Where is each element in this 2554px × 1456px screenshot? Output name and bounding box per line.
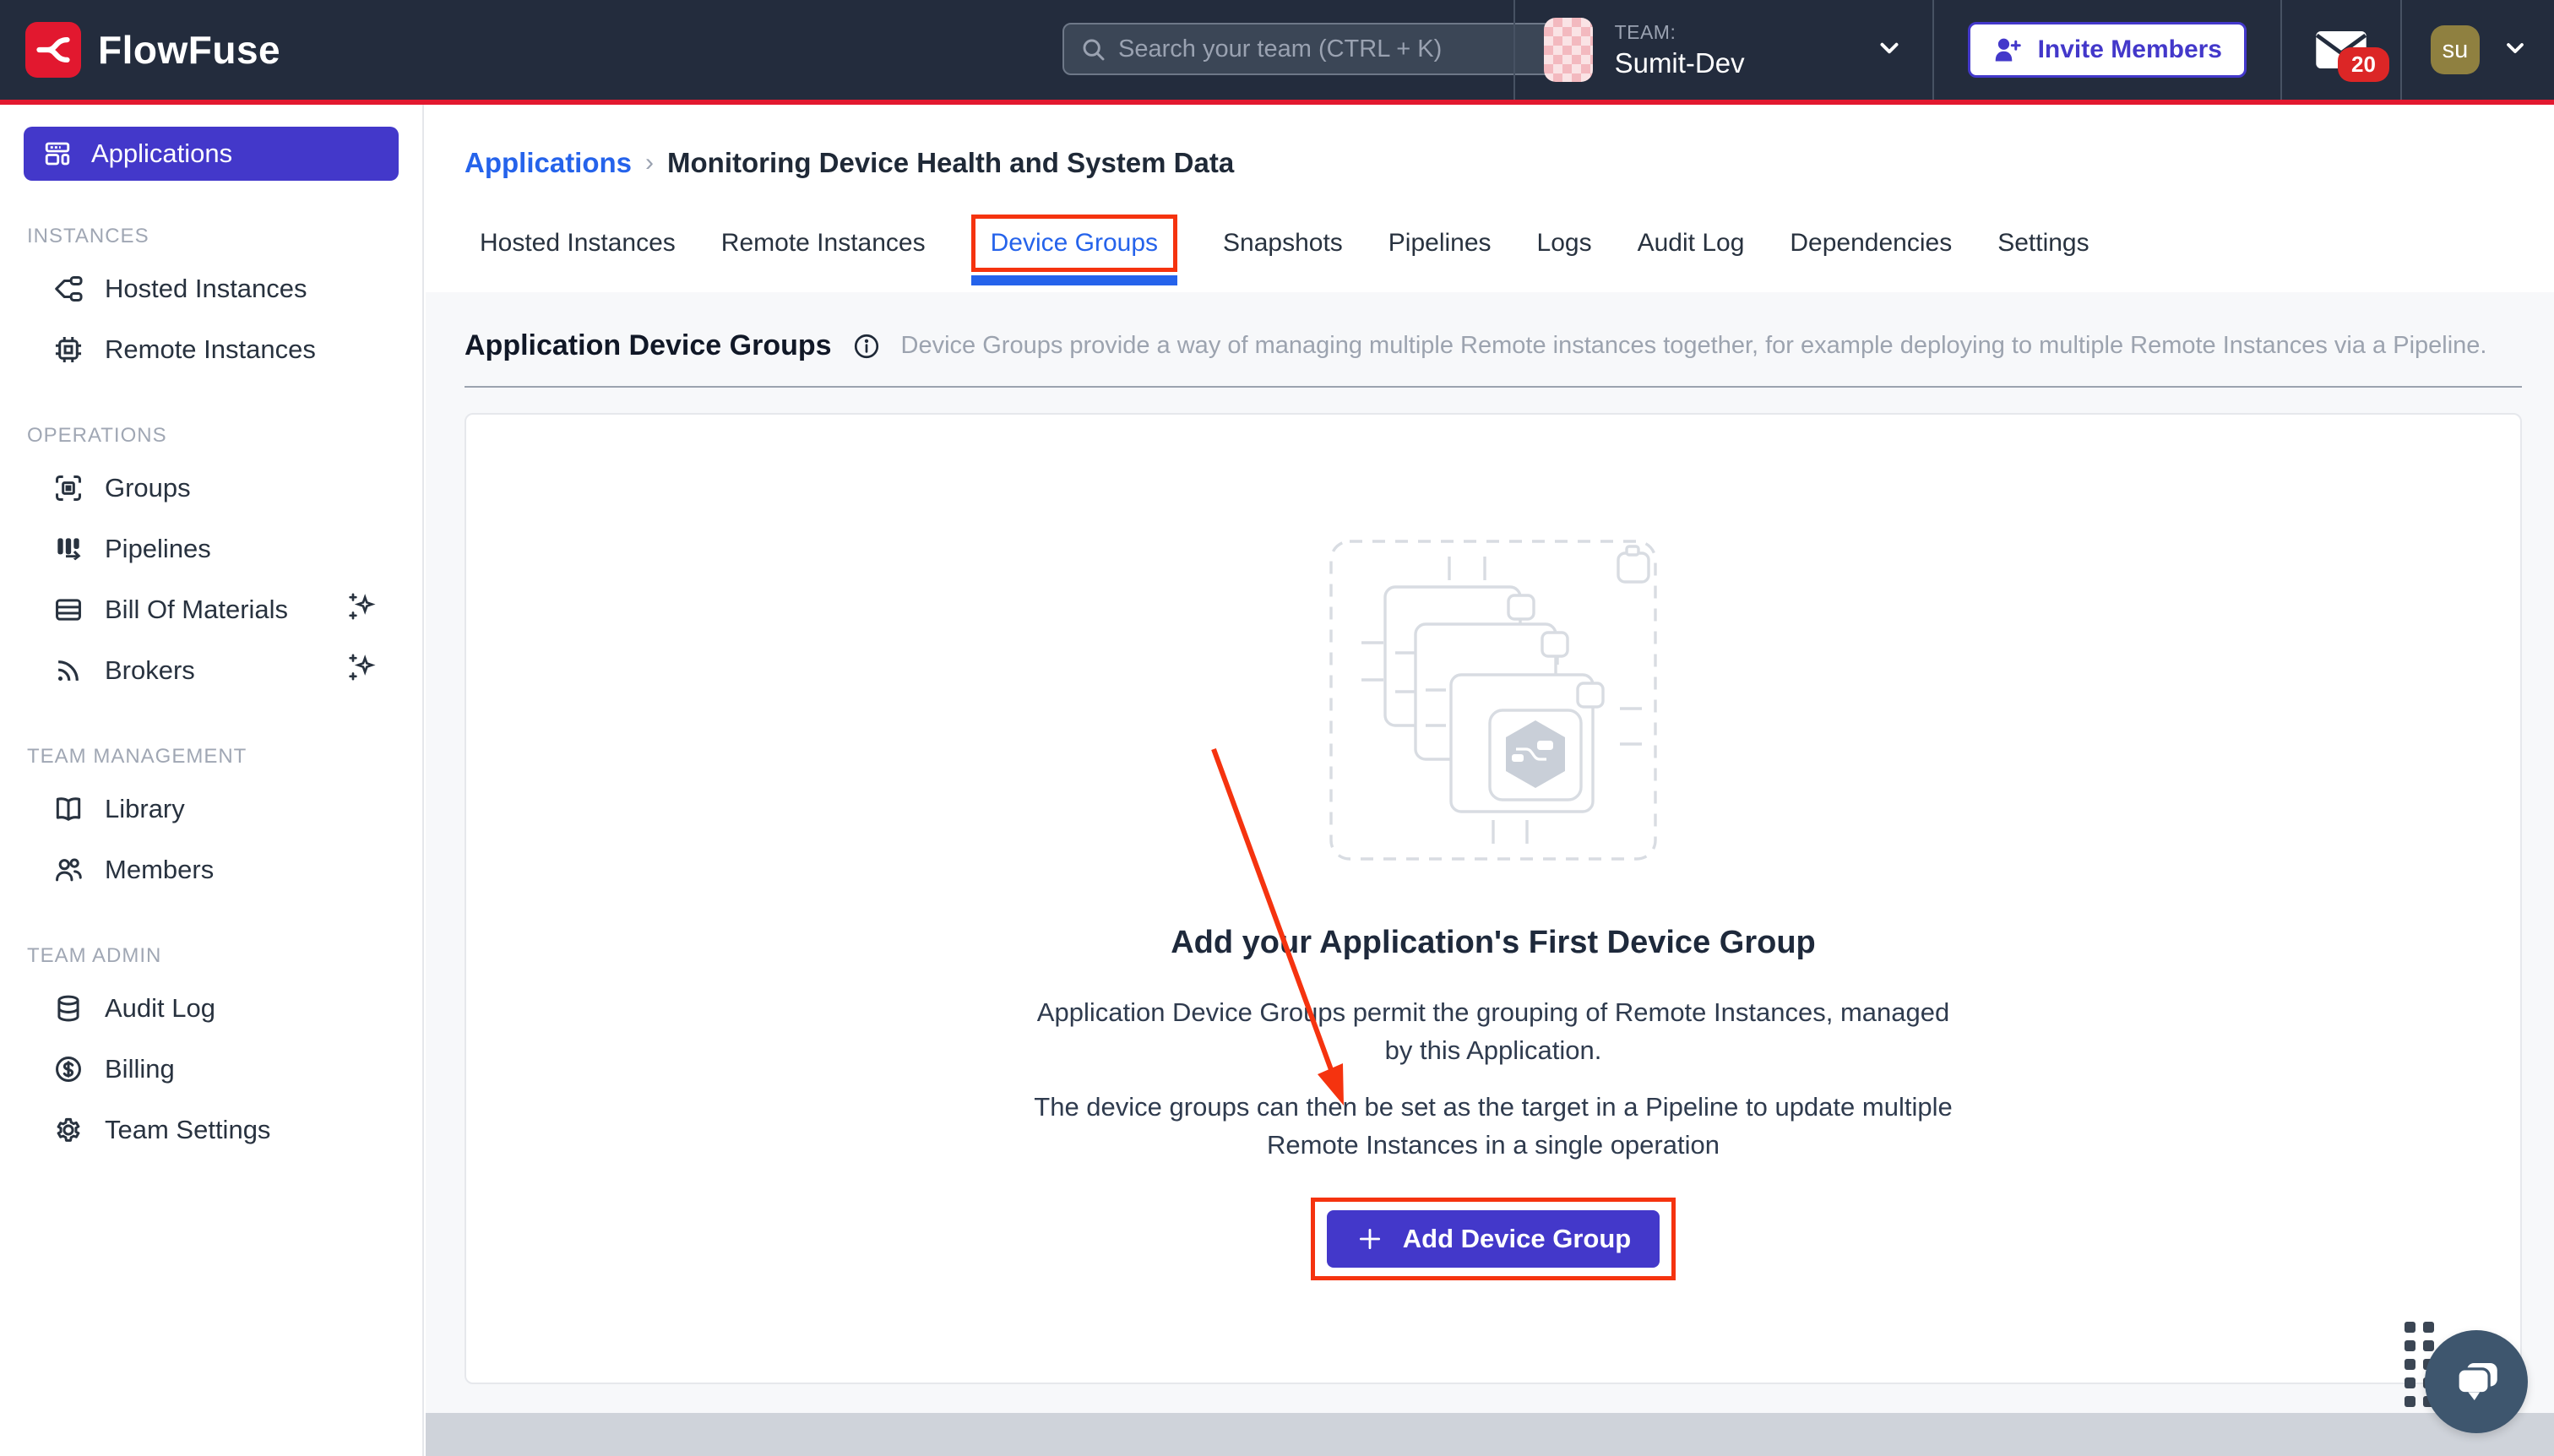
plus-icon <box>1356 1225 1384 1253</box>
sidebar-item-team-settings[interactable]: Team Settings <box>0 1100 422 1160</box>
sidebar-section-team-admin: TEAM ADMIN <box>27 944 422 968</box>
search-icon <box>1079 35 1106 62</box>
tab-hosted-instances[interactable]: Hosted Instances <box>480 229 676 258</box>
user-menu[interactable]: su <box>2402 25 2554 74</box>
gear-icon <box>52 1114 84 1146</box>
section-divider <box>465 386 2522 388</box>
table-icon <box>52 594 84 626</box>
tab-remote-instances[interactable]: Remote Instances <box>721 229 926 258</box>
chat-launcher-button[interactable] <box>2425 1330 2528 1433</box>
annotation-box-button: Add Device Group <box>1311 1198 1676 1280</box>
tab-pipelines[interactable]: Pipelines <box>1388 229 1492 258</box>
sidebar-item-bill-of-materials[interactable]: Bill Of Materials <box>0 579 422 640</box>
tab-settings[interactable]: Settings <box>1997 229 2089 258</box>
sidebar-item-brokers[interactable]: Brokers <box>0 640 422 701</box>
section-title: Application Device Groups <box>465 329 832 362</box>
sparkles-icon <box>345 650 378 691</box>
sidebar-item-pipelines[interactable]: Pipelines <box>0 519 422 579</box>
team-name: Sumit-Dev <box>1615 47 1745 79</box>
team-avatar <box>1544 18 1593 82</box>
device-groups-empty-card: Add your Application's First Device Grou… <box>465 413 2522 1384</box>
sidebar-item-applications[interactable]: Applications <box>24 127 399 181</box>
user-avatar: su <box>2431 25 2480 74</box>
device-group-illustration <box>1324 533 1662 867</box>
sidebar-item-groups[interactable]: Groups <box>0 458 422 519</box>
sidebar-item-audit-log[interactable]: Audit Log <box>0 978 422 1039</box>
applications-icon <box>42 139 73 169</box>
tab-dependencies[interactable]: Dependencies <box>1790 229 1952 258</box>
notifications-button[interactable]: 20 <box>2282 0 2400 100</box>
empty-state-paragraph-1: Application Device Groups permit the gro… <box>1020 993 1966 1069</box>
chip-icon <box>52 334 84 366</box>
device-group-icon <box>52 472 84 504</box>
user-plus-icon <box>1992 35 2023 65</box>
flowfuse-app: FlowFuse TEAM: Sumit-Dev <box>0 0 2554 1456</box>
tab-device-groups[interactable]: Device Groups <box>971 215 1177 272</box>
users-icon <box>52 854 84 886</box>
breadcrumb-applications-link[interactable]: Applications <box>465 147 632 179</box>
sidebar-item-hosted-instances[interactable]: Hosted Instances <box>0 258 422 319</box>
broker-rss-icon <box>52 655 84 687</box>
sidebar-item-members[interactable]: Members <box>0 839 422 900</box>
sparkles-icon <box>345 589 378 630</box>
tab-logs[interactable]: Logs <box>1537 229 1592 258</box>
breadcrumb-separator: › <box>645 149 654 177</box>
chevron-down-icon <box>1875 34 1904 67</box>
navbar-right: TEAM: Sumit-Dev I <box>1513 0 2554 100</box>
add-device-group-button[interactable]: Add Device Group <box>1327 1210 1660 1268</box>
flowfuse-logo-icon <box>25 22 81 78</box>
application-tabs: Hosted Instances Remote Instances Device… <box>480 204 2554 282</box>
breadcrumb: Applications › Monitoring Device Health … <box>426 105 2554 179</box>
sidebar-item-remote-instances[interactable]: Remote Instances <box>0 319 422 380</box>
tab-snapshots[interactable]: Snapshots <box>1223 229 1343 258</box>
empty-state-paragraph-2: The device groups can then be set as the… <box>1020 1088 1966 1164</box>
tab-audit-log[interactable]: Audit Log <box>1638 229 1745 258</box>
section-description: Device Groups provide a way of managing … <box>901 332 2487 360</box>
pipelines-icon <box>52 533 84 565</box>
chevron-down-icon <box>2502 35 2529 66</box>
info-icon[interactable] <box>852 332 881 361</box>
book-icon <box>52 793 84 825</box>
team-switcher[interactable]: TEAM: Sumit-Dev <box>1515 18 1932 82</box>
hosted-instances-icon <box>52 273 84 305</box>
search-input[interactable] <box>1118 35 1556 63</box>
tab-panel-device-groups: Application Device Groups Device Groups … <box>426 292 2554 1456</box>
sidebar-item-billing[interactable]: Billing <box>0 1039 422 1100</box>
team-label: TEAM: <box>1615 21 1745 44</box>
section-header: Application Device Groups Device Groups … <box>465 329 2515 362</box>
empty-state-title: Add your Application's First Device Grou… <box>1171 925 1816 961</box>
invite-members-button[interactable]: Invite Members <box>1968 22 2247 78</box>
speech-bubbles-icon <box>2448 1354 2504 1410</box>
page-title: Monitoring Device Health and System Data <box>667 147 1234 179</box>
brand[interactable]: FlowFuse <box>25 0 280 100</box>
footer-strip <box>426 1413 2554 1456</box>
sidebar-section-operations: OPERATIONS <box>27 424 422 448</box>
sidebar: Applications INSTANCES Hosted Instances <box>0 105 424 1456</box>
sidebar-section-team-management: TEAM MANAGEMENT <box>27 745 422 769</box>
main-content: Applications › Monitoring Device Health … <box>426 105 2554 1456</box>
dollar-circle-icon <box>52 1053 84 1085</box>
database-icon <box>52 992 84 1024</box>
sidebar-item-library[interactable]: Library <box>0 779 422 839</box>
brand-name: FlowFuse <box>98 27 280 73</box>
top-navbar: FlowFuse TEAM: Sumit-Dev <box>0 0 2554 105</box>
notification-badge: 20 <box>2338 47 2389 82</box>
sidebar-section-instances: INSTANCES <box>27 225 422 248</box>
team-search[interactable] <box>1062 23 1573 75</box>
